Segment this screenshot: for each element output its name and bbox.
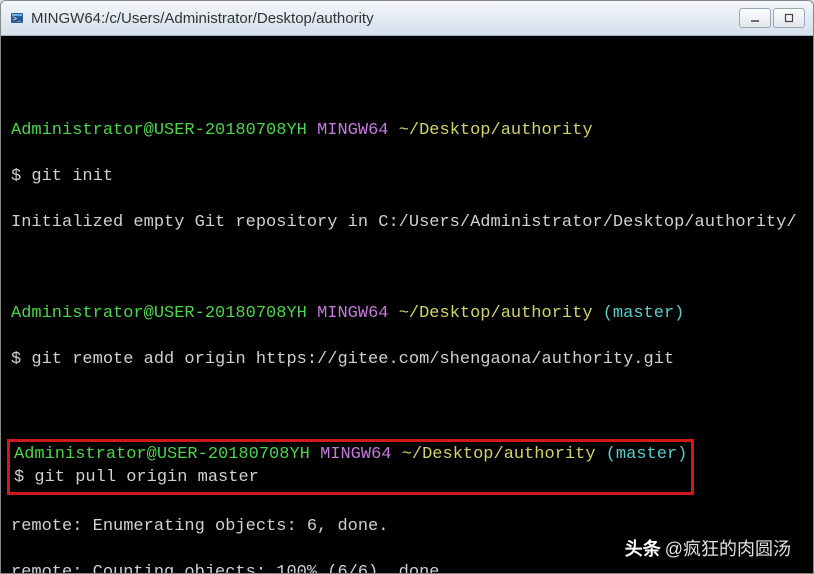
- prompt-env: MINGW64: [317, 121, 388, 140]
- terminal-body[interactable]: Administrator@USER-20180708YH MINGW64 ~/…: [1, 36, 813, 573]
- blank-line: [11, 74, 803, 97]
- prompt-path: ~/Desktop/authority: [399, 304, 593, 323]
- blank-line: [11, 395, 803, 418]
- prompt-user: Administrator@USER-20180708YH: [11, 121, 307, 140]
- cmd-init: git init: [31, 167, 113, 186]
- prompt-path: ~/Desktop/authority: [399, 121, 593, 140]
- prompt-line-1: Administrator@USER-20180708YH MINGW64 ~/…: [11, 120, 803, 143]
- cmd-remote: git remote add origin https://gitee.com/…: [31, 350, 674, 369]
- maximize-button[interactable]: [773, 8, 805, 28]
- prompt-line-2: Administrator@USER-20180708YH MINGW64 ~/…: [11, 303, 803, 326]
- window-controls: [739, 8, 805, 28]
- command-line-remote: $ git remote add origin https://gitee.co…: [11, 349, 803, 372]
- prompt-user: Administrator@USER-20180708YH: [11, 304, 307, 323]
- blank-line: [11, 257, 803, 280]
- dollar-sign: $: [11, 350, 21, 369]
- prompt-branch: (master): [603, 304, 685, 323]
- prompt-user: Administrator@USER-20180708YH: [14, 445, 310, 464]
- watermark-label: 头条: [625, 535, 661, 561]
- prompt-env: MINGW64: [320, 445, 391, 464]
- dollar-sign: $: [14, 468, 24, 487]
- command-line-init: $ git init: [11, 166, 803, 189]
- prompt-env: MINGW64: [317, 304, 388, 323]
- window-title: MINGW64:/c/Users/Administrator/Desktop/a…: [31, 10, 739, 27]
- app-icon: >_: [9, 10, 25, 26]
- minimize-button[interactable]: [739, 8, 771, 28]
- dollar-sign: $: [11, 167, 21, 186]
- highlighted-command-block: Administrator@USER-20180708YH MINGW64 ~/…: [11, 441, 803, 493]
- terminal-window: >_ MINGW64:/c/Users/Administrator/Deskto…: [0, 0, 814, 574]
- title-bar[interactable]: >_ MINGW64:/c/Users/Administrator/Deskto…: [1, 1, 813, 36]
- output-init: Initialized empty Git repository in C:/U…: [11, 212, 803, 235]
- watermark: 头条 @疯狂的肉圆汤: [625, 535, 791, 561]
- prompt-path: ~/Desktop/authority: [402, 445, 596, 464]
- cmd-pull: git pull origin master: [34, 468, 258, 487]
- prompt-branch: (master): [606, 445, 688, 464]
- pull-output-line: remote: Counting objects: 100% (6/6), do…: [11, 562, 803, 573]
- watermark-name: @疯狂的肉圆汤: [665, 535, 791, 561]
- svg-text:>_: >_: [13, 16, 22, 24]
